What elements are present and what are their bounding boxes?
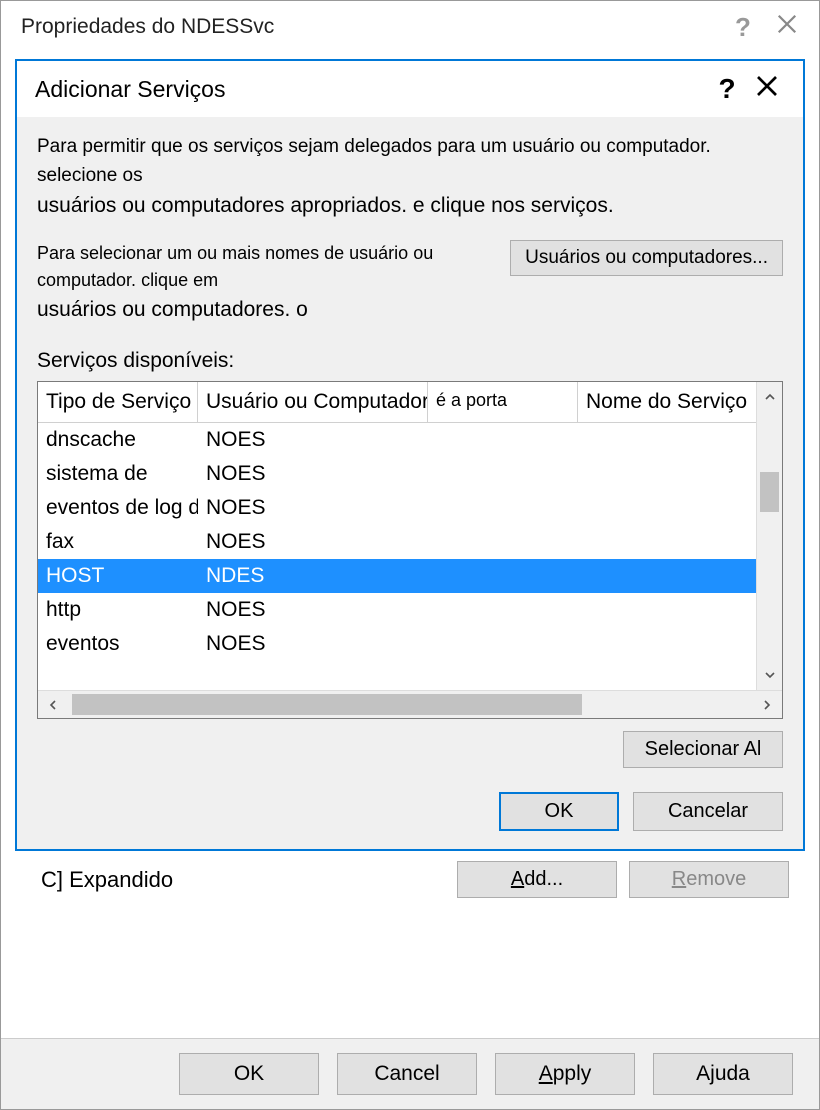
scroll-right-icon[interactable] bbox=[752, 691, 782, 718]
inner-title: Adicionar Serviços bbox=[35, 76, 707, 103]
scroll-left-icon[interactable] bbox=[38, 691, 68, 718]
expanded-label: C] Expandido bbox=[41, 867, 445, 893]
bottom-button-bar: OK Cancel Apply Ajuda bbox=[1, 1038, 819, 1109]
outer-close-button[interactable] bbox=[765, 13, 809, 41]
horizontal-scrollbar[interactable] bbox=[38, 690, 782, 718]
available-services-label: Serviços disponíveis: bbox=[37, 349, 783, 373]
header-service-name[interactable]: Nome do Serviço bbox=[578, 382, 782, 422]
users-computers-button[interactable]: Usuários ou computadores... bbox=[510, 240, 783, 276]
add-button[interactable]: Add... bbox=[457, 861, 617, 898]
cell-user-computer: NDES bbox=[198, 564, 428, 588]
outer-cancel-button[interactable]: Cancel bbox=[337, 1053, 477, 1095]
inner-help-button[interactable]: ? bbox=[707, 73, 747, 105]
scroll-track[interactable] bbox=[757, 412, 782, 660]
vertical-scrollbar[interactable] bbox=[756, 382, 782, 690]
properties-window: Propriedades do NDESSvc ? Adicionar Serv… bbox=[0, 0, 820, 1110]
close-icon bbox=[776, 13, 798, 35]
add-services-dialog: Adicionar Serviços ? Para permitir que o… bbox=[15, 59, 805, 851]
parent-expanded-row: C] Expandido Add... Remove bbox=[41, 861, 789, 898]
cancel-button[interactable]: Cancelar bbox=[633, 792, 783, 831]
cell-user-computer: NOES bbox=[198, 428, 428, 452]
table-row[interactable]: eventos de log deNOES bbox=[38, 491, 782, 525]
cell-service-type: sistema de bbox=[38, 462, 198, 486]
cell-service-type: eventos bbox=[38, 632, 198, 656]
ok-button[interactable]: OK bbox=[499, 792, 619, 831]
close-icon bbox=[755, 74, 779, 98]
instruction-line: Para selecionar um ou mais nomes de usuá… bbox=[37, 243, 433, 290]
instruction-text-2: Para selecionar um ou mais nomes de usuá… bbox=[37, 240, 500, 326]
table-row[interactable]: sistema deNOES bbox=[38, 457, 782, 491]
inner-close-button[interactable] bbox=[747, 74, 787, 104]
instruction-text-1: Para permitir que os serviços sejam dele… bbox=[37, 133, 783, 222]
scroll-thumb[interactable] bbox=[760, 472, 779, 512]
instruction-line: usuários ou computadores. o bbox=[37, 298, 308, 321]
outer-title: Propriedades do NDESSvc bbox=[21, 15, 721, 39]
scroll-down-icon[interactable] bbox=[757, 660, 782, 690]
select-all-button[interactable]: Selecionar Al bbox=[623, 731, 783, 768]
cell-service-type: dnscache bbox=[38, 428, 198, 452]
table-row[interactable]: dnscacheNOES bbox=[38, 423, 782, 457]
select-all-row: Selecionar Al bbox=[37, 731, 783, 768]
cell-user-computer: NOES bbox=[198, 598, 428, 622]
remove-button[interactable]: Remove bbox=[629, 861, 789, 898]
cell-service-type: eventos de log de bbox=[38, 496, 198, 520]
cell-service-type: http bbox=[38, 598, 198, 622]
cell-user-computer: NOES bbox=[198, 496, 428, 520]
scroll-up-icon[interactable] bbox=[757, 382, 782, 412]
table-row[interactable]: HOSTNDES bbox=[38, 559, 782, 593]
header-port[interactable]: é a porta bbox=[428, 382, 578, 422]
cell-service-type: HOST bbox=[38, 564, 198, 588]
apply-button[interactable]: Apply bbox=[495, 1053, 635, 1095]
header-user-computer[interactable]: Usuário ou Computador bbox=[198, 382, 428, 422]
cell-user-computer: NOES bbox=[198, 632, 428, 656]
instruction-row-2: Para selecionar um ou mais nomes de usuá… bbox=[37, 240, 783, 326]
cell-user-computer: NOES bbox=[198, 530, 428, 554]
cell-user-computer: NOES bbox=[198, 462, 428, 486]
header-service-type[interactable]: Tipo de Serviço bbox=[38, 382, 198, 422]
outer-titlebar: Propriedades do NDESSvc ? bbox=[1, 1, 819, 53]
table-row[interactable]: httpNOES bbox=[38, 593, 782, 627]
list-rows[interactable]: dnscacheNOESsistema deNOESeventos de log… bbox=[38, 423, 782, 690]
list-headers[interactable]: Tipo de Serviço Usuário ou Computador é … bbox=[38, 382, 782, 423]
scroll-thumb[interactable] bbox=[72, 694, 582, 715]
table-row[interactable]: eventosNOES bbox=[38, 627, 782, 661]
scroll-track[interactable] bbox=[68, 691, 752, 718]
services-listbox[interactable]: Tipo de Serviço Usuário ou Computador é … bbox=[37, 381, 783, 719]
inner-body: Para permitir que os serviços sejam dele… bbox=[17, 117, 803, 849]
outer-help-button[interactable]: ? bbox=[721, 12, 765, 43]
table-row[interactable]: faxNOES bbox=[38, 525, 782, 559]
help-button[interactable]: Ajuda bbox=[653, 1053, 793, 1095]
cell-service-type: fax bbox=[38, 530, 198, 554]
outer-ok-button[interactable]: OK bbox=[179, 1053, 319, 1095]
instruction-line: usuários ou computadores apropriados. e … bbox=[37, 194, 614, 217]
instruction-line: Para permitir que os serviços sejam dele… bbox=[37, 136, 711, 186]
ok-cancel-row: OK Cancelar bbox=[37, 792, 783, 831]
inner-titlebar: Adicionar Serviços ? bbox=[17, 61, 803, 117]
